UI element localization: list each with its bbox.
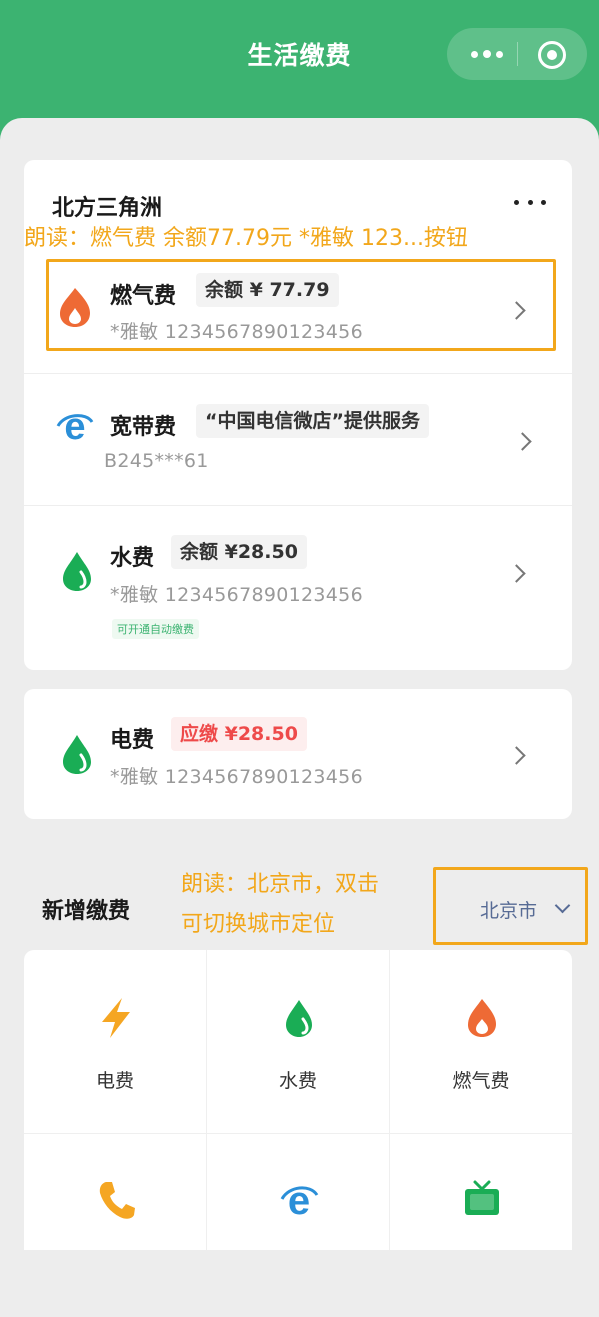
svg-text:e: e (64, 408, 85, 446)
more-options-icon[interactable] (467, 42, 507, 66)
bill-row-electricity[interactable] (24, 689, 572, 819)
screen-reader-annotation: 朗读：北京市，双击 (181, 872, 380, 897)
account-info: B245***61 (104, 450, 209, 472)
miniprogram-capsule (447, 28, 587, 80)
balance-tag: 余额 ¥28.50 (171, 535, 307, 569)
water-drop-icon (286, 1000, 312, 1037)
focus-highlight-box (433, 867, 588, 945)
grid-item-gas[interactable]: 燃气费 (390, 950, 572, 1133)
autopay-badge[interactable]: 可开通自动缴费 (112, 619, 199, 639)
bill-name: 水费 (110, 546, 155, 571)
grid-item-tv[interactable] (390, 1134, 572, 1317)
broadband-e-icon: e (280, 1179, 319, 1222)
grid-item-electricity[interactable]: 电费 (24, 950, 206, 1133)
screen-reader-annotation: 可切换城市定位 (181, 912, 336, 937)
grid-item-broadband[interactable]: e (207, 1134, 389, 1317)
svg-text:e: e (288, 1179, 310, 1222)
bill-row-broadband[interactable] (24, 374, 572, 506)
payment-type-grid: 电费 水费 燃气费 e (24, 950, 572, 1250)
grid-item-label: 水费 (278, 1070, 317, 1092)
lightning-icon (102, 998, 130, 1038)
water-drop-icon (63, 735, 91, 774)
capsule-divider (517, 42, 518, 66)
provider-tag: “中国电信微店”提供服务 (196, 404, 429, 438)
tv-icon (465, 1180, 499, 1215)
flame-icon (468, 999, 496, 1037)
new-payment-title: 新增缴费 (42, 899, 131, 924)
water-drop-icon (63, 552, 91, 591)
amount-due-tag: 应缴 ¥28.50 (171, 717, 307, 751)
close-miniprogram-icon[interactable] (538, 41, 566, 69)
screen-reader-annotation: 朗读：燃气费 余额77.79元 *雅敏 123...按钮 (24, 226, 468, 251)
group-more-icon[interactable] (514, 194, 546, 210)
focus-highlight-box (46, 259, 556, 351)
phone-icon (99, 1182, 135, 1219)
grid-item-water[interactable]: 水费 (207, 950, 389, 1133)
broadband-e-icon: e (56, 408, 94, 446)
grid-item-phone[interactable] (24, 1134, 206, 1317)
grid-item-label: 电费 (95, 1070, 134, 1092)
account-info: *雅敏 1234567890123456 (110, 766, 363, 788)
grid-item-label: 燃气费 (452, 1070, 510, 1092)
bill-name: 宽带费 (110, 415, 177, 440)
account-info: *雅敏 1234567890123456 (110, 584, 363, 606)
bill-name: 电费 (110, 728, 155, 753)
group-title: 北方三角洲 (52, 196, 163, 221)
